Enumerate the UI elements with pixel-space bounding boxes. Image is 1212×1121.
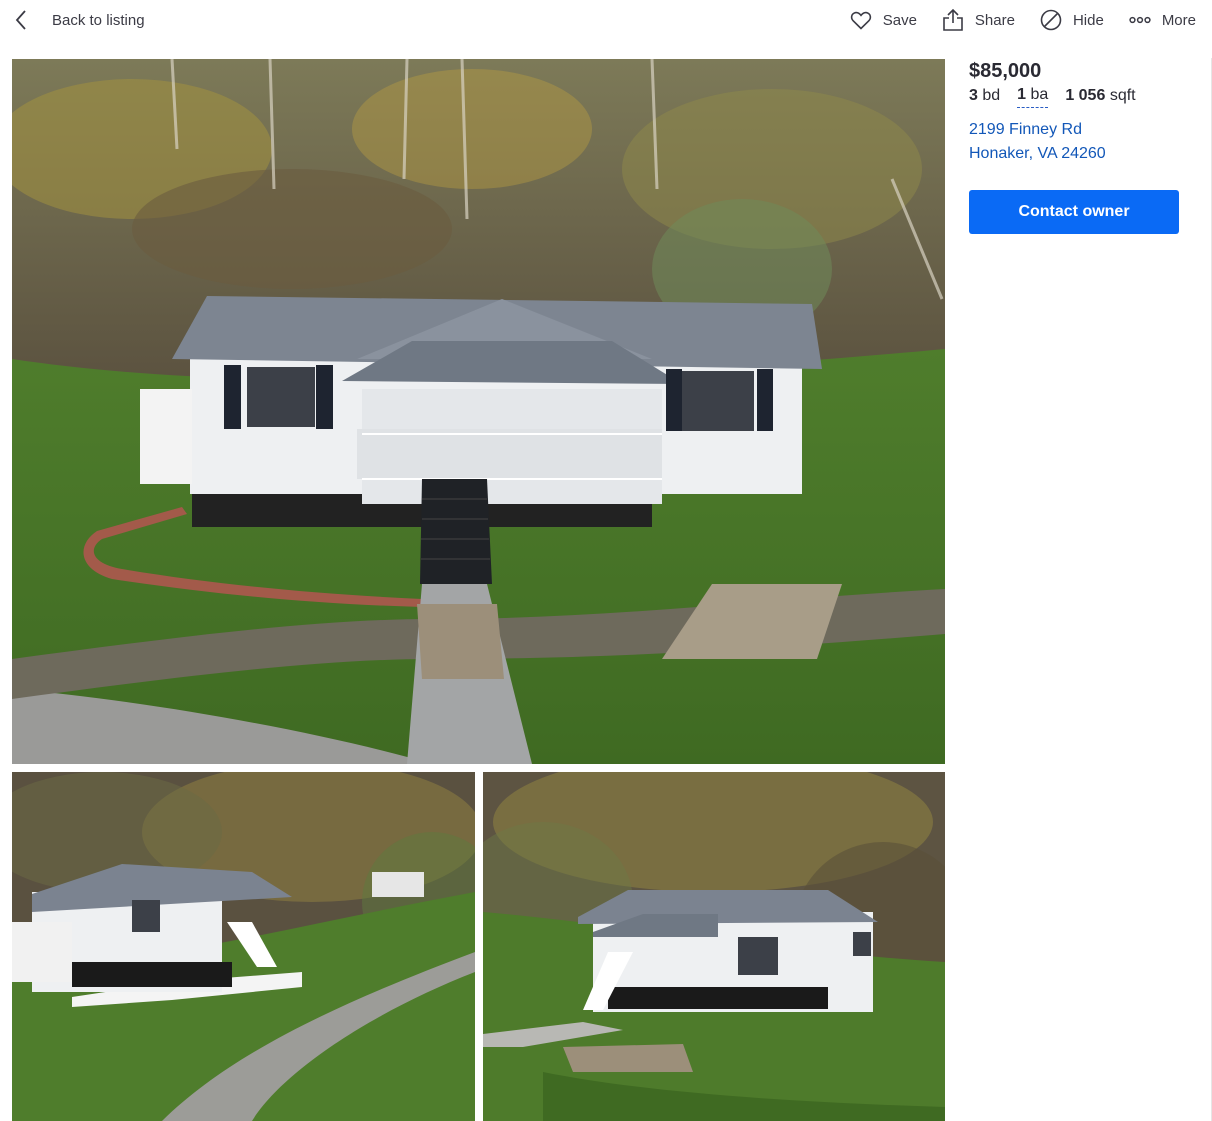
share-icon	[943, 8, 963, 31]
beds-unit: bd	[982, 87, 1001, 104]
hide-icon	[1040, 9, 1062, 31]
listing-summary-panel: $85,000 3 bd 1 ba 1 056 sqft 2199 Finney…	[969, 58, 1199, 234]
sqft-value: 1 056	[1065, 87, 1106, 104]
main-house-front-photo[interactable]	[12, 59, 945, 764]
chevron-left-icon	[15, 10, 26, 30]
hide-button[interactable]: Hide	[1039, 8, 1104, 32]
beds-fact: 3 bd	[969, 84, 1000, 108]
address-line1: 2199 Finney Rd	[969, 121, 1082, 138]
save-label: Save	[882, 11, 917, 29]
baths-value: 1	[1017, 86, 1027, 103]
action-bar: Save Share Hide More	[825, 6, 1196, 34]
share-button[interactable]: Share	[941, 8, 1015, 32]
beds-value: 3	[969, 87, 978, 104]
sqft-fact: 1 056 sqft	[1065, 84, 1135, 108]
share-label: Share	[974, 11, 1015, 29]
hide-label: Hide	[1072, 11, 1104, 29]
listing-price: $85,000	[969, 60, 1042, 82]
more-label: More	[1161, 11, 1196, 29]
sqft-unit: sqft	[1109, 87, 1136, 104]
house-side-bridge-photo[interactable]	[483, 772, 945, 1121]
top-bar: Back to listing Save Share Hide More	[0, 0, 1212, 40]
save-button[interactable]: Save	[849, 8, 917, 32]
listing-facts: 3 bd 1 ba 1 056 sqft	[969, 84, 1199, 108]
listing-gallery-page: Back to listing Save Share Hide More $85…	[0, 0, 1212, 1121]
baths-unit: ba	[1030, 86, 1049, 103]
more-dots-icon	[1129, 16, 1151, 24]
baths-fact[interactable]: 1 ba	[1017, 84, 1049, 108]
more-button[interactable]: More	[1128, 8, 1196, 32]
contact-owner-button[interactable]: Contact owner	[969, 190, 1179, 234]
listing-address-link[interactable]: 2199 Finney Rd Honaker, VA 24260	[969, 118, 1199, 166]
back-to-listing-link[interactable]: Back to listing	[14, 6, 145, 34]
address-line2: Honaker, VA 24260	[969, 145, 1106, 162]
back-label: Back to listing	[52, 11, 145, 29]
heart-icon	[850, 11, 871, 30]
house-side-driveway-photo[interactable]	[12, 772, 475, 1121]
